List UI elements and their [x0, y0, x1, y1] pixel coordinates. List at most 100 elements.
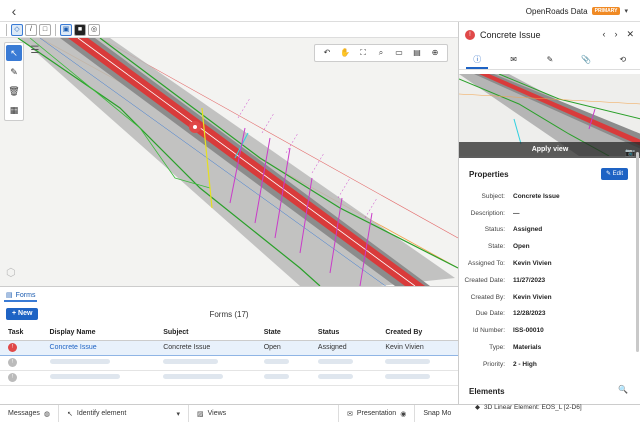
issue-tabs: ⓘ ✉ ✎ 📎 ⟲ [459, 50, 640, 70]
redacted-text [385, 374, 431, 379]
view-mode-split-icon[interactable]: ▣ [60, 23, 72, 36]
property-row: Id Number: ISS-00010 [472, 327, 544, 335]
measure-tool-icon[interactable]: ▦ [6, 102, 22, 118]
mail-icon: ✉ [347, 410, 353, 418]
view-mode-solid-icon[interactable]: ■ [74, 23, 86, 36]
tab-comments-icon[interactable]: ✉ [503, 51, 525, 69]
apply-view-button[interactable]: Apply view 📷 [459, 142, 640, 158]
column-header[interactable]: Display Name [41, 326, 156, 341]
views-button[interactable]: ▨ Views [189, 404, 340, 422]
issue-pin-icon: ! [465, 30, 475, 40]
presentation-icon: ◉ [400, 410, 407, 418]
display-name-link[interactable]: Concrete Issue [41, 339, 156, 356]
snap-mode-button[interactable]: Snap Mo [415, 405, 459, 422]
tab-info-icon[interactable]: ⓘ [466, 51, 489, 69]
redacted-text [317, 359, 353, 364]
issue-navigation: ‹ › ✕ [602, 29, 634, 40]
property-row: Due Date: 12/28/2023 [475, 310, 546, 318]
close-icon[interactable]: ✕ [626, 29, 634, 40]
column-header[interactable]: Status [309, 326, 378, 341]
column-header[interactable]: Subject [155, 326, 256, 341]
rotate-icon[interactable]: ↶ [321, 47, 333, 59]
forms-icon: ▤ [6, 292, 13, 299]
back-icon[interactable]: ‹ [6, 3, 22, 19]
edit-properties-button[interactable]: ✎ Edit [600, 168, 628, 180]
top-bar: ‹ OpenRoads Data PRIMARY ▾ [0, 0, 640, 22]
issue-task-icon: ! [8, 343, 17, 352]
fit-view-icon[interactable]: ⛶ [357, 47, 369, 59]
road-model-drawing [17, 38, 458, 286]
table-row[interactable]: ! Concrete Issue Concrete Issue Open Ass… [0, 339, 458, 356]
app-window: ‹ OpenRoads Data PRIMARY ▾ ◇ / □ ▣ ■ ◎ ↖… [0, 0, 640, 422]
redacted-text [385, 359, 431, 364]
toolbar-divider [6, 23, 7, 36]
navigation-toolbar: ↶ ✋ ⛶ ⌕ ▭ ▤ ⊕ [314, 44, 448, 62]
property-row: Type: Materials [489, 344, 542, 352]
tab-forms[interactable]: ▤ Forms [4, 290, 38, 302]
redacted-text [163, 374, 224, 379]
left-toolbar: ↖ ✎ 🗑 ▦ [4, 42, 24, 121]
property-row: State: Open [488, 243, 530, 251]
tab-attachments-icon[interactable]: 📎 [575, 51, 597, 69]
image-icon: ▨ [197, 410, 204, 418]
zoom-window-icon[interactable]: ⌕ [375, 47, 387, 59]
project-badge: PRIMARY [591, 7, 621, 15]
model-viewport[interactable]: ↖ ✎ 🗑 ▦ ☰ ↶ ✋ ⛶ ⌕ ▭ ▤ ⊕ ⬡ [0, 38, 458, 286]
presentation-button[interactable]: ✉ Presentation ◉ [339, 404, 416, 422]
property-row: Created Date: 11/27/2023 [464, 276, 546, 284]
messages-label: Messages [8, 410, 40, 417]
state-cell: Open [255, 339, 310, 356]
tab-forms-label: Forms [15, 291, 36, 299]
zoom-icon[interactable]: ⊕ [429, 47, 441, 59]
forms-count-title: Forms (17) [209, 310, 249, 319]
redacted-text [263, 374, 289, 379]
view-cube-icon[interactable]: ⬡ [6, 266, 18, 280]
view-toolbar: ◇ / □ ▣ ■ ◎ [0, 22, 458, 38]
previous-issue-icon[interactable]: ‹ [602, 29, 605, 40]
view-mode-line-icon[interactable]: / [25, 23, 37, 36]
property-row: Description: — [470, 209, 520, 217]
panel-scrollbar[interactable] [636, 152, 639, 352]
tab-history-icon[interactable]: ⟲ [612, 51, 634, 69]
elements-heading: Elements [469, 387, 505, 396]
forms-panel: ▤ Forms + New Forms (17) Task Display Na… [0, 286, 458, 404]
status-cell: Assigned [309, 339, 378, 356]
element-list-item[interactable]: ◆ 3D Linear Element: EOS_L [2-D6] [475, 403, 582, 412]
delete-tool-icon[interactable]: 🗑 [6, 83, 22, 99]
toolbar-divider [55, 23, 56, 36]
redacted-text [317, 374, 353, 379]
column-header[interactable]: Task [0, 326, 42, 341]
camera-icon[interactable]: 📷 [625, 145, 635, 161]
search-icon[interactable]: 🔍 [618, 385, 628, 394]
table-row[interactable]: ! [0, 370, 458, 386]
edit-label: Edit [612, 171, 623, 177]
presentation-label: Presentation [356, 410, 397, 417]
project-selector[interactable]: OpenRoads Data PRIMARY ▾ [526, 4, 628, 18]
messages-button[interactable]: Messages ◍ [0, 404, 60, 422]
identify-element-label: Identify element [76, 410, 127, 417]
menu-icon[interactable]: ☰ [28, 44, 42, 58]
markup-pencil-icon[interactable]: ✎ [6, 64, 22, 80]
redacted-text [263, 359, 289, 364]
identify-element-button[interactable]: ↖ Identify element ▾ [59, 404, 190, 422]
view-mode-diamond-icon[interactable]: ◇ [11, 23, 23, 36]
property-row: Created By: Kevin Vivien [470, 293, 552, 301]
project-name: OpenRoads Data [525, 6, 588, 16]
table-row[interactable]: ! [0, 355, 458, 371]
view-mode-box-icon[interactable]: □ [39, 23, 51, 36]
tab-markup-icon[interactable]: ✎ [539, 51, 561, 69]
view-mode-globe-icon[interactable]: ◎ [88, 23, 100, 36]
chevron-down-icon: ▾ [624, 8, 628, 15]
next-issue-icon[interactable]: › [614, 29, 617, 40]
column-header[interactable]: Created By [377, 326, 458, 341]
column-header[interactable]: State [255, 326, 310, 341]
snap-mode-label: Snap Mo [423, 410, 452, 417]
task-status-icon: ! [8, 373, 17, 382]
section-icon[interactable]: ▤ [411, 47, 423, 59]
element-label: 3D Linear Element: EOS_L [2-D6] [484, 403, 582, 411]
select-tool-icon[interactable]: ↖ [6, 45, 22, 61]
window-area-icon[interactable]: ▭ [393, 47, 405, 59]
task-status-icon: ! [8, 358, 17, 367]
pan-hand-icon[interactable]: ✋ [339, 47, 351, 59]
created-by-cell: Kevin Vivien [377, 339, 458, 356]
